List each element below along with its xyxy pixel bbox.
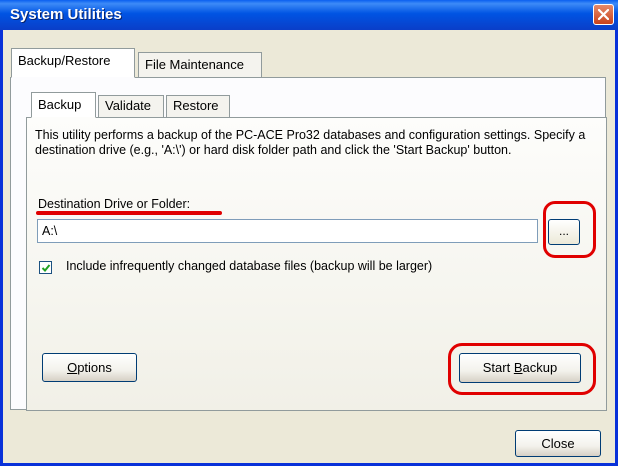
options-label-rest: ptions [77,360,112,375]
title-bar[interactable]: System Utilities [0,0,618,30]
close-button[interactable]: Close [515,430,601,457]
options-button[interactable]: Options [42,353,137,382]
tab-validate-label: Validate [105,98,152,113]
tab-file-maintenance-label: File Maintenance [145,57,244,72]
checkmark-icon [41,264,51,272]
backup-description: This utility performs a backup of the PC… [35,128,586,157]
destination-input[interactable] [37,219,538,243]
browse-button[interactable]: ... [548,219,580,245]
tab-file-maintenance[interactable]: File Maintenance [138,52,262,77]
start-backup-button[interactable]: Start Backup [459,353,581,383]
destination-label: Destination Drive or Folder: [38,197,191,211]
window-title: System Utilities [10,6,122,23]
tab-backup-restore[interactable]: Backup/Restore [11,48,135,78]
options-accel: O [67,360,78,375]
include-files-checkbox[interactable] [39,261,52,274]
close-window-button[interactable] [593,4,614,25]
tab-restore-label: Restore [173,98,219,113]
annotation-underline [36,211,222,215]
close-icon [598,9,609,20]
start-label-prefix: Start [482,360,514,375]
tab-restore[interactable]: Restore [166,95,230,117]
tab-validate[interactable]: Validate [98,95,164,117]
start-label-rest: ackup [522,360,558,375]
include-files-label: Include infrequently changed database fi… [66,259,433,273]
tab-backup-label: Backup [38,97,82,112]
tab-backup-restore-label: Backup/Restore [18,53,111,68]
tab-backup[interactable]: Backup [31,92,96,118]
start-accel: B [513,360,523,375]
